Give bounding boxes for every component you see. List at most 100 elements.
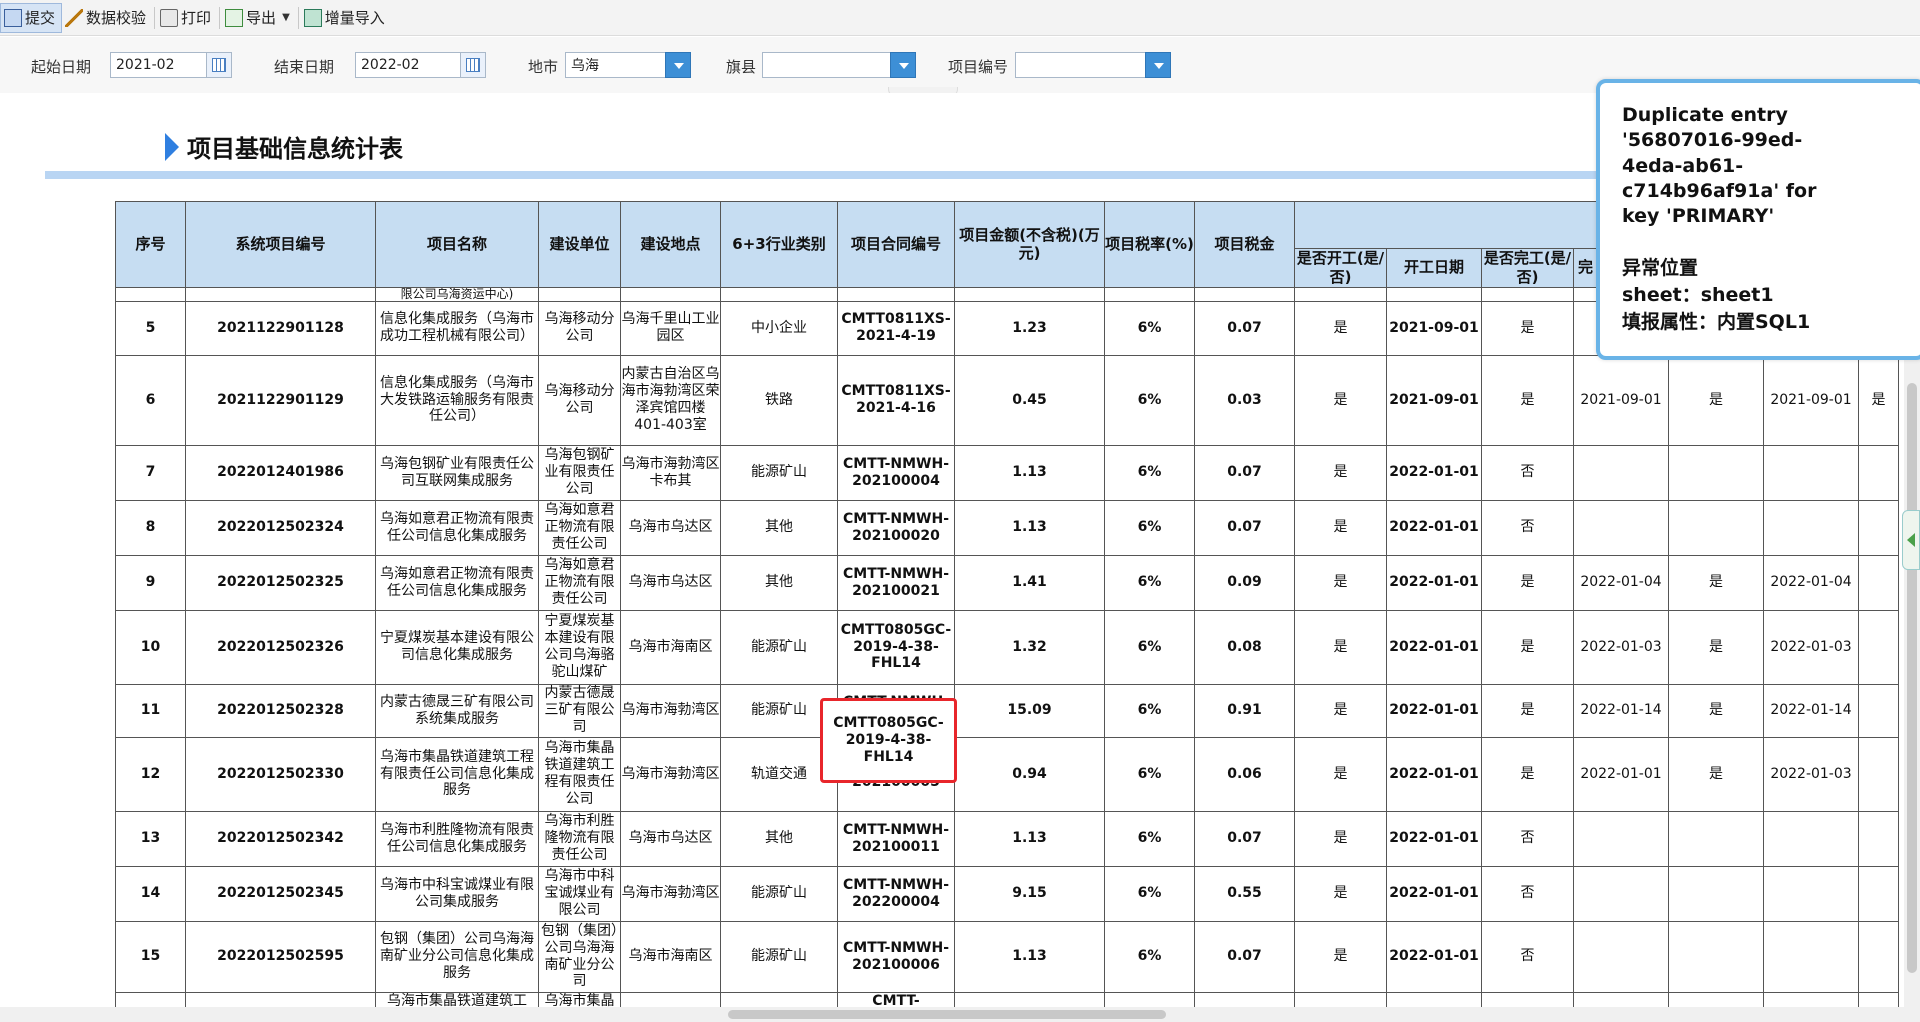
- cell-tax[interactable]: 0.03: [1194, 354, 1295, 446]
- cell-amount[interactable]: 1.23: [954, 300, 1105, 356]
- county-select[interactable]: [762, 52, 894, 78]
- cell-started[interactable]: 是: [1294, 810, 1387, 867]
- cell-col[interactable]: 是: [1668, 683, 1764, 738]
- cell-system-id[interactable]: 2022012502342: [185, 810, 376, 867]
- cell-project-name[interactable]: 宁夏煤炭基本建设有限公司信息化集成服务: [375, 609, 539, 685]
- cell-col[interactable]: [1763, 444, 1859, 501]
- cell-started[interactable]: 是: [1294, 736, 1387, 812]
- table-row[interactable]: 6 2021122901129 信息化集成服务（乌海市大发铁路运输服务有限责任公司）…: [115, 354, 1899, 446]
- cell-contract[interactable]: CMTT-NMWH-202100011: [837, 810, 955, 867]
- cell-col[interactable]: [1573, 865, 1669, 922]
- cell-project-name[interactable]: 包钢（集团）公司乌海海南矿业分公司信息化集成服务: [375, 920, 539, 993]
- cell-col[interactable]: [1858, 554, 1899, 611]
- cell-completed[interactable]: 是: [1481, 683, 1574, 738]
- horizontal-scrollbar[interactable]: [0, 1007, 1920, 1022]
- cell-started[interactable]: 是: [1294, 609, 1387, 685]
- cell-started[interactable]: 是: [1294, 554, 1387, 611]
- cell-project-name[interactable]: 乌海如意君正物流有限责任公司信息化集成服务: [375, 499, 539, 556]
- cell-col[interactable]: [1668, 499, 1764, 556]
- cell-tax[interactable]: 0.07: [1194, 810, 1295, 867]
- cell-start-date[interactable]: 2021-09-01: [1386, 354, 1482, 446]
- cell-project-name[interactable]: 乌海包钢矿业有限责任公司互联网集成服务: [375, 444, 539, 501]
- cell-system-id[interactable]: 2022012502328: [185, 683, 376, 738]
- cell-start-date[interactable]: 2022-01-01: [1386, 683, 1482, 738]
- cell-completed[interactable]: 否: [1481, 865, 1574, 922]
- table-row[interactable]: 15 2022012502595 包钢（集团）公司乌海海南矿业分公司信息化集成服务包…: [115, 920, 1899, 993]
- cell-tax[interactable]: 0.07: [1194, 444, 1295, 501]
- cell-col[interactable]: 2022-01-03: [1763, 736, 1859, 812]
- cell-start-date[interactable]: 2022-01-01: [1386, 609, 1482, 685]
- cell-rate[interactable]: 6%: [1104, 554, 1195, 611]
- cell-place[interactable]: 乌海市海南区: [620, 920, 721, 993]
- chevron-down-icon[interactable]: [1145, 52, 1171, 78]
- project-no-select[interactable]: [1015, 52, 1147, 78]
- cell-rate[interactable]: 6%: [1104, 354, 1195, 446]
- table-row[interactable]: 9 2022012502325 乌海如意君正物流有限责任公司信息化集成服务 乌海如意君…: [115, 554, 1899, 611]
- cell-place[interactable]: 乌海市海勃湾区卡布其: [620, 444, 721, 501]
- cell-amount[interactable]: 0.94: [954, 736, 1105, 812]
- cell-place[interactable]: 乌海市海勃湾区: [620, 683, 721, 738]
- cell-completed[interactable]: 否: [1481, 920, 1574, 993]
- cell-tax[interactable]: 0.06: [1194, 736, 1295, 812]
- cell-place[interactable]: 内蒙古自治区乌海市海勃湾区荣泽宾馆四楼401-403室: [620, 354, 721, 446]
- cell-col[interactable]: 2022-01-03: [1573, 609, 1669, 685]
- highlighted-contract-cell[interactable]: CMTT0805GC-2019-4-38-FHL14: [820, 698, 957, 783]
- cell-col[interactable]: 2022-01-03: [1763, 609, 1859, 685]
- cell-col[interactable]: [1763, 810, 1859, 867]
- cell-started[interactable]: 是: [1294, 444, 1387, 501]
- cell-tax[interactable]: 0.08: [1194, 609, 1295, 685]
- cell-rate[interactable]: 6%: [1104, 920, 1195, 993]
- cell-amount[interactable]: 1.13: [954, 920, 1105, 993]
- start-date-field[interactable]: [110, 52, 210, 78]
- cell-col[interactable]: [1668, 444, 1764, 501]
- cell-place[interactable]: 乌海市海勃湾区: [620, 736, 721, 812]
- cell-seq[interactable]: 8: [115, 499, 186, 556]
- cell-col[interactable]: 2022-01-01: [1573, 736, 1669, 812]
- table-row[interactable]: 11 2022012502328 内蒙古德晟三矿有限公司系统集成服务 内蒙古德晟三矿有…: [115, 683, 1899, 738]
- data-validate-button[interactable]: 数据校验: [62, 3, 152, 33]
- side-panel-toggle[interactable]: [1902, 510, 1920, 570]
- cell-started[interactable]: 是: [1294, 683, 1387, 738]
- cell-seq[interactable]: 5: [115, 300, 186, 356]
- chevron-down-icon[interactable]: ▼: [282, 12, 290, 23]
- cell-col[interactable]: [1858, 736, 1899, 812]
- cell-rate[interactable]: 6%: [1104, 683, 1195, 738]
- cell-contract[interactable]: CMTT0811XS-2021-4-19: [837, 300, 955, 356]
- cell-tax[interactable]: 0.07: [1194, 920, 1295, 993]
- cell-seq[interactable]: 14: [115, 865, 186, 922]
- cell-contract[interactable]: CMTT-NMWH-202100004: [837, 444, 955, 501]
- cell-system-id[interactable]: 2022012502345: [185, 865, 376, 922]
- cell-unit[interactable]: 乌海市集晶铁道建筑工程有限责任公司: [538, 736, 621, 812]
- export-button[interactable]: 导出 ▼: [222, 3, 296, 33]
- table-row[interactable]: 8 2022012502324 乌海如意君正物流有限责任公司信息化集成服务 乌海如意君…: [115, 499, 1899, 556]
- cell-project-name[interactable]: 内蒙古德晟三矿有限公司系统集成服务: [375, 683, 539, 738]
- cell-amount[interactable]: 1.41: [954, 554, 1105, 611]
- submit-button[interactable]: 提交: [0, 2, 63, 33]
- cell-col[interactable]: [1858, 865, 1899, 922]
- cell-project-name[interactable]: 乌海市中科宝诚煤业有限公司集成服务: [375, 865, 539, 922]
- cell-col[interactable]: [1858, 499, 1899, 556]
- cell-rate[interactable]: 6%: [1104, 736, 1195, 812]
- cell-project-name[interactable]: 乌海如意君正物流有限责任公司信息化集成服务: [375, 554, 539, 611]
- cell-project-name[interactable]: 信息化集成服务（乌海市大发铁路运输服务有限责任公司）: [375, 354, 539, 446]
- cell-system-id[interactable]: 2022012502330: [185, 736, 376, 812]
- cell-amount[interactable]: 1.13: [954, 444, 1105, 501]
- cell-project-name[interactable]: 乌海市集晶铁道建筑工程有限责任公司信息化集成服务: [375, 736, 539, 812]
- cell-start-date[interactable]: 2022-01-01: [1386, 736, 1482, 812]
- cell-seq[interactable]: 12: [115, 736, 186, 812]
- cell-contract[interactable]: CMTT0805GC-2019-4-38-FHL14: [837, 609, 955, 685]
- cell-amount[interactable]: 9.15: [954, 865, 1105, 922]
- cell-unit[interactable]: 宁夏煤炭基本建设有限公司乌海骆驼山煤矿: [538, 609, 621, 685]
- cell-industry[interactable]: 能源矿山: [720, 444, 838, 501]
- cell-col[interactable]: [1763, 499, 1859, 556]
- table-row[interactable]: 13 2022012502342 乌海市利胜隆物流有限责任公司信息化集成服务 乌海市利…: [115, 810, 1899, 867]
- cell-seq[interactable]: 11: [115, 683, 186, 738]
- cell-system-id[interactable]: 2022012502326: [185, 609, 376, 685]
- vertical-scroll-thumb[interactable]: [1907, 383, 1917, 973]
- cell-amount[interactable]: 1.32: [954, 609, 1105, 685]
- cell-place[interactable]: 乌海千里山工业园区: [620, 300, 721, 356]
- cell-tax[interactable]: 0.07: [1194, 300, 1295, 356]
- cell-start-date[interactable]: 2022-01-01: [1386, 810, 1482, 867]
- cell-seq[interactable]: 9: [115, 554, 186, 611]
- cell-place[interactable]: 乌海市乌达区: [620, 554, 721, 611]
